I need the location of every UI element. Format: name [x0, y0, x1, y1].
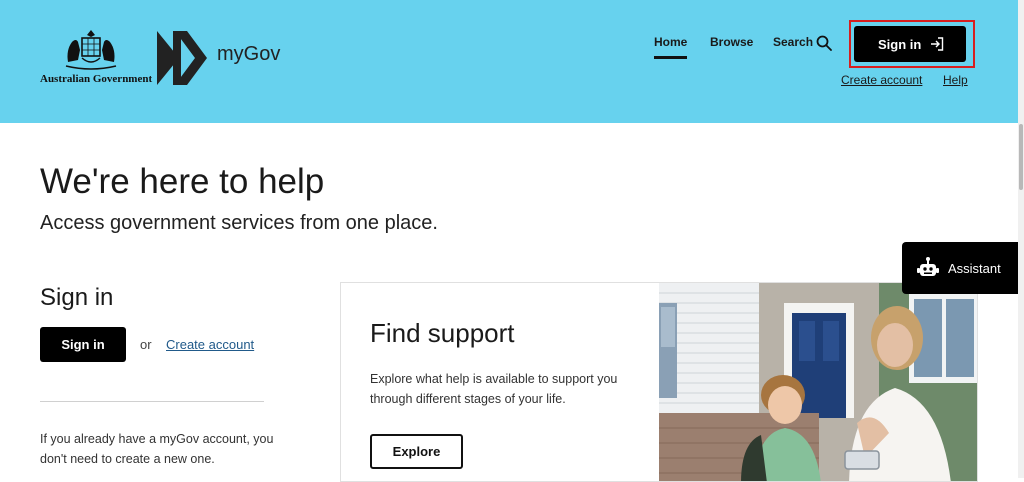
- search-icon[interactable]: [816, 35, 832, 51]
- mygov-chevron-icon: [157, 31, 207, 85]
- signin-button[interactable]: Sign in: [40, 327, 126, 362]
- nav-browse[interactable]: Browse: [710, 35, 753, 49]
- page-title: We're here to help: [40, 162, 325, 201]
- header-signin-button[interactable]: Sign in: [854, 26, 966, 62]
- scrollbar-track[interactable]: [1018, 0, 1024, 478]
- family-photo: [659, 283, 977, 481]
- account-note: If you already have a myGov account, you…: [40, 432, 274, 466]
- coat-of-arms-icon: [65, 30, 117, 70]
- card-title: Find support: [370, 318, 515, 348]
- mygov-logo[interactable]: myGov: [157, 31, 287, 85]
- chatbot-icon: [917, 257, 939, 276]
- site-header: Australian Government myGov Home Browse …: [0, 0, 1024, 123]
- assistant-button[interactable]: Assistant: [902, 242, 1018, 294]
- explore-button[interactable]: Explore: [370, 434, 463, 469]
- scrollbar-thumb[interactable]: [1019, 124, 1023, 190]
- or-separator: or: [140, 337, 152, 352]
- header-create-account-link[interactable]: Create account: [841, 73, 922, 87]
- nav-search[interactable]: Search: [773, 35, 813, 49]
- australian-government-logo[interactable]: Australian Government: [40, 28, 152, 86]
- signin-heading: Sign in: [40, 284, 114, 311]
- divider: [40, 401, 264, 402]
- card-description: Explore what help is available to suppor…: [370, 372, 618, 406]
- page-subtitle: Access government services from one plac…: [40, 212, 438, 234]
- sign-in-icon: [931, 37, 944, 51]
- header-signin-label: Sign in: [878, 37, 922, 52]
- government-name: Australian Government: [40, 73, 153, 85]
- create-account-link[interactable]: Create account: [166, 337, 254, 352]
- nav-home[interactable]: Home: [654, 35, 688, 59]
- assistant-label: Assistant: [948, 261, 1001, 276]
- brand-name: myGov: [217, 43, 281, 65]
- find-support-card: Find support Explore what help is availa…: [340, 282, 978, 482]
- header-help-link[interactable]: Help: [943, 73, 968, 87]
